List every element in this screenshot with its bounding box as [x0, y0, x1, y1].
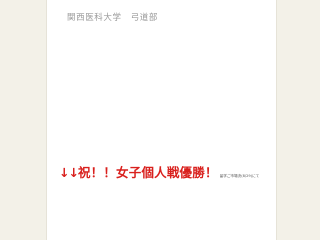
post-note: 留学ご市場決(8/29)にて — [219, 174, 260, 178]
down-arrows-icon: ↓↓ — [59, 165, 79, 180]
page-container: 関西医科大学 弓道部 ↓↓ 祝！！女子個人戦優勝！ 留学ご市場決(8/29)にて — [46, 0, 277, 240]
site-title[interactable]: 関西医科大学 弓道部 — [67, 11, 158, 23]
post-headline-row: ↓↓ 祝！！女子個人戦優勝！ 留学ご市場決(8/29)にて — [59, 162, 274, 181]
post-headline: 祝！！女子個人戦優勝！ — [77, 165, 218, 180]
